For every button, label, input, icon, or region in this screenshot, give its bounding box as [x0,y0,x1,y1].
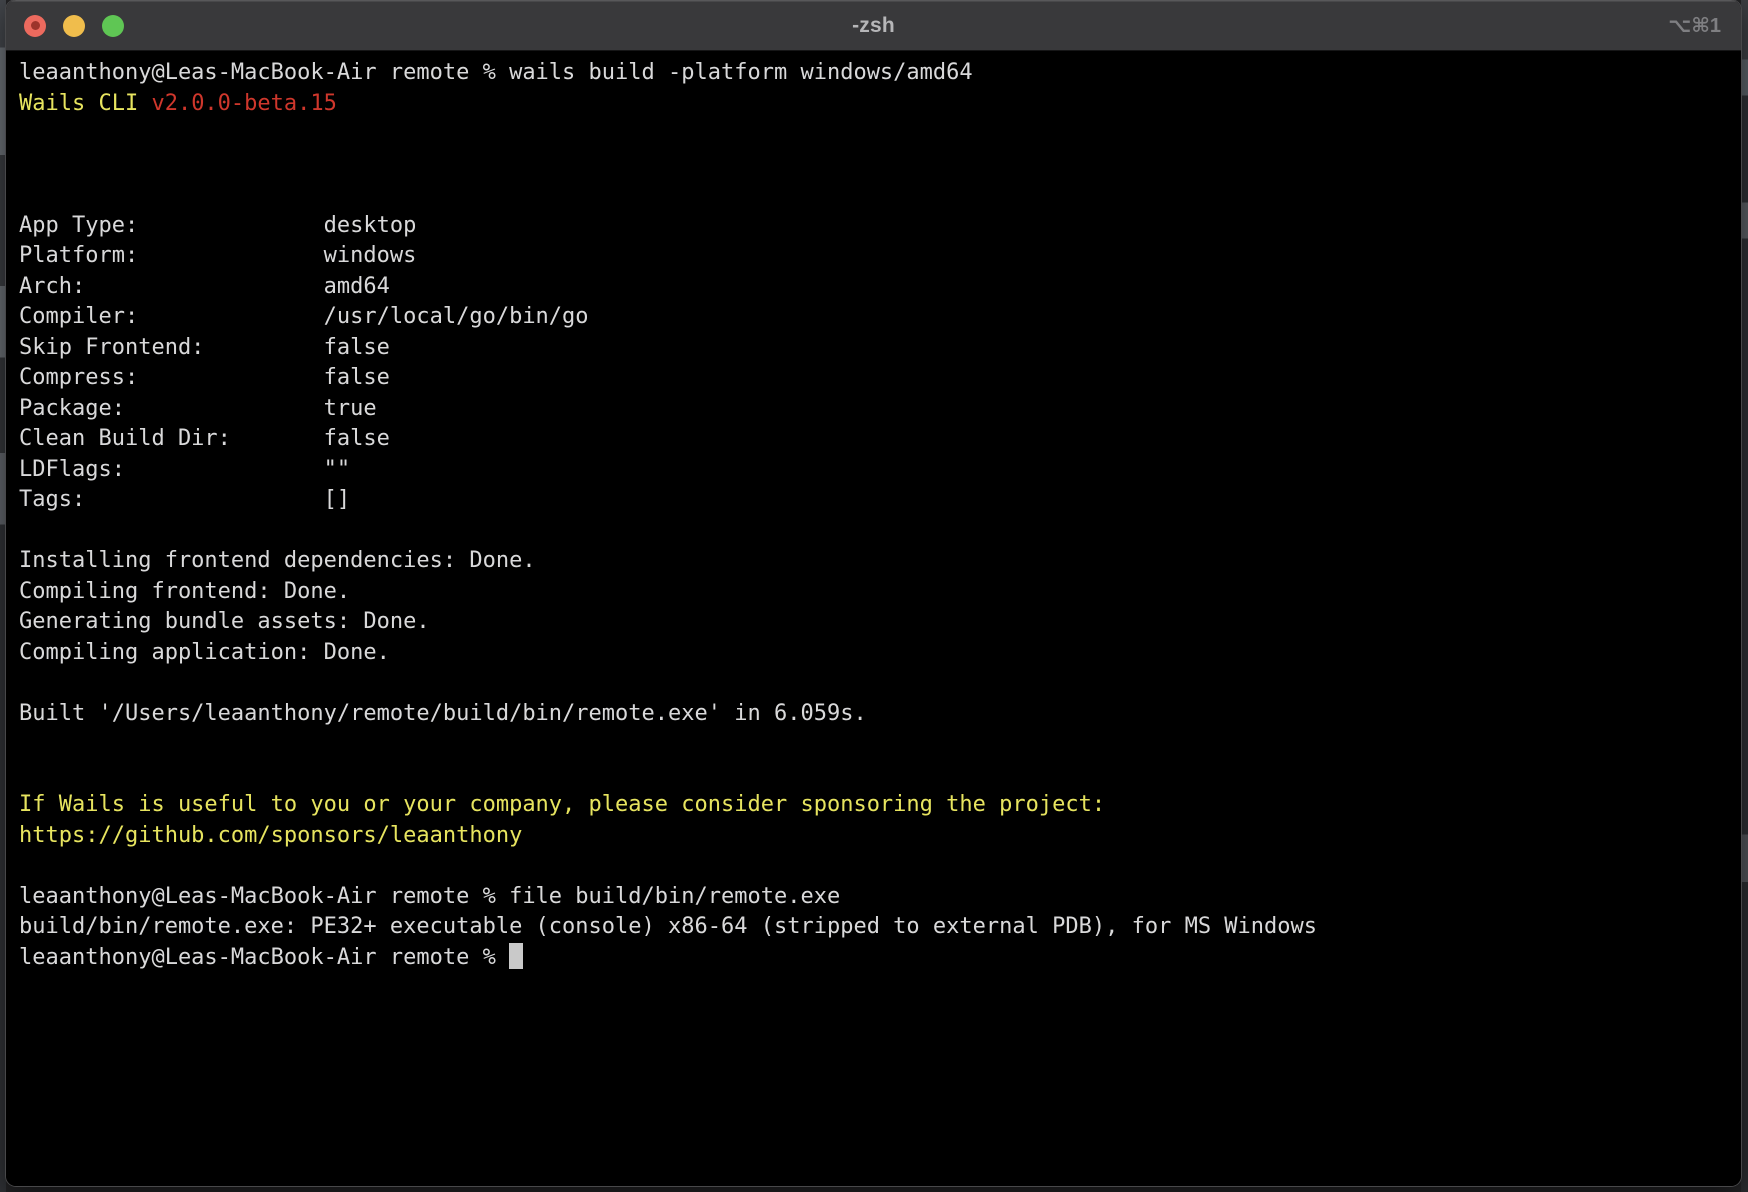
terminal-text: Clean Build Dir: false [19,426,390,451]
terminal-line: leaanthony@Leas-MacBook-Air remote % fil… [19,882,1735,913]
close-button-dot [31,21,40,30]
terminal-text: Built '/Users/leaanthony/remote/build/bi… [19,701,867,726]
terminal-text: Compiler: /usr/local/go/bin/go [19,304,589,329]
terminal-line [19,180,1735,211]
terminal-text: Compiling application: Done. [19,640,390,665]
terminal-text: Generating bundle assets: Done. [19,609,430,634]
terminal-line: Built '/Users/leaanthony/remote/build/bi… [19,699,1735,730]
terminal-text: leaanthony@Leas-MacBook-Air remote % fil… [19,884,840,909]
terminal-text: Platform: windows [19,243,416,268]
terminal-text: Package: true [19,396,377,421]
terminal-line: Arch: amd64 [19,272,1735,303]
terminal-line: Tags: [] [19,485,1735,516]
terminal-text: leaanthony@Leas-MacBook-Air remote % [19,945,509,970]
fullscreen-button[interactable] [102,15,124,37]
titlebar[interactable]: -zsh ⌥⌘1 [6,0,1741,51]
terminal-text: leaanthony@Leas-MacBook-Air remote % wai… [19,60,973,85]
text-cursor [509,943,523,969]
terminal-line: App Type: desktop [19,211,1735,242]
terminal-text: Skip Frontend: false [19,335,390,360]
terminal-line: Compress: false [19,363,1735,394]
terminal-text: Installing frontend dependencies: Done. [19,548,536,573]
terminal-line [19,851,1735,882]
terminal-line [19,150,1735,181]
terminal-text: build/bin/remote.exe: PE32+ executable (… [19,914,1317,939]
minimize-button[interactable] [63,15,85,37]
terminal-line [19,760,1735,791]
terminal-text: Arch: amd64 [19,274,390,299]
desktop: -zsh ⌥⌘1 leaanthony@Leas-MacBook-Air rem… [0,0,1748,1192]
terminal-window: -zsh ⌥⌘1 leaanthony@Leas-MacBook-Air rem… [6,0,1741,1186]
terminal-line: Skip Frontend: false [19,333,1735,364]
terminal-line: Compiler: /usr/local/go/bin/go [19,302,1735,333]
terminal-text: v2.0.0-beta.15 [151,91,336,116]
terminal-text: If Wails is useful to you or your compan… [19,792,1105,817]
terminal-line: https://github.com/sponsors/leaanthony [19,821,1735,852]
traffic-lights [24,0,124,51]
terminal-line: If Wails is useful to you or your compan… [19,790,1735,821]
terminal-line: Generating bundle assets: Done. [19,607,1735,638]
terminal-output[interactable]: leaanthony@Leas-MacBook-Air remote % wai… [6,51,1741,1186]
tab-shortcut-badge: ⌥⌘1 [1668,0,1721,51]
terminal-line: Wails CLI v2.0.0-beta.15 [19,89,1735,120]
terminal-line [19,119,1735,150]
terminal-text: Tags: [] [19,487,350,512]
terminal-line [19,729,1735,760]
sponsor-url-link[interactable]: https://github.com/sponsors/leaanthony [19,823,522,848]
terminal-line: Clean Build Dir: false [19,424,1735,455]
terminal-text: Wails CLI [19,91,151,116]
window-title: -zsh [6,0,1741,51]
terminal-line [19,516,1735,547]
terminal-line: Compiling application: Done. [19,638,1735,669]
terminal-line: LDFlags: "" [19,455,1735,486]
terminal-line: leaanthony@Leas-MacBook-Air remote % [19,943,1735,974]
close-button[interactable] [24,15,46,37]
background-window-sliver-right [1741,0,1748,1192]
terminal-line: Compiling frontend: Done. [19,577,1735,608]
terminal-line: Platform: windows [19,241,1735,272]
terminal-line: Installing frontend dependencies: Done. [19,546,1735,577]
terminal-text: Compiling frontend: Done. [19,579,350,604]
terminal-line: Package: true [19,394,1735,425]
terminal-text: App Type: desktop [19,213,416,238]
terminal-line: build/bin/remote.exe: PE32+ executable (… [19,912,1735,943]
terminal-line: leaanthony@Leas-MacBook-Air remote % wai… [19,58,1735,89]
terminal-line [19,668,1735,699]
terminal-text: Compress: false [19,365,390,390]
terminal-text: LDFlags: "" [19,457,350,482]
